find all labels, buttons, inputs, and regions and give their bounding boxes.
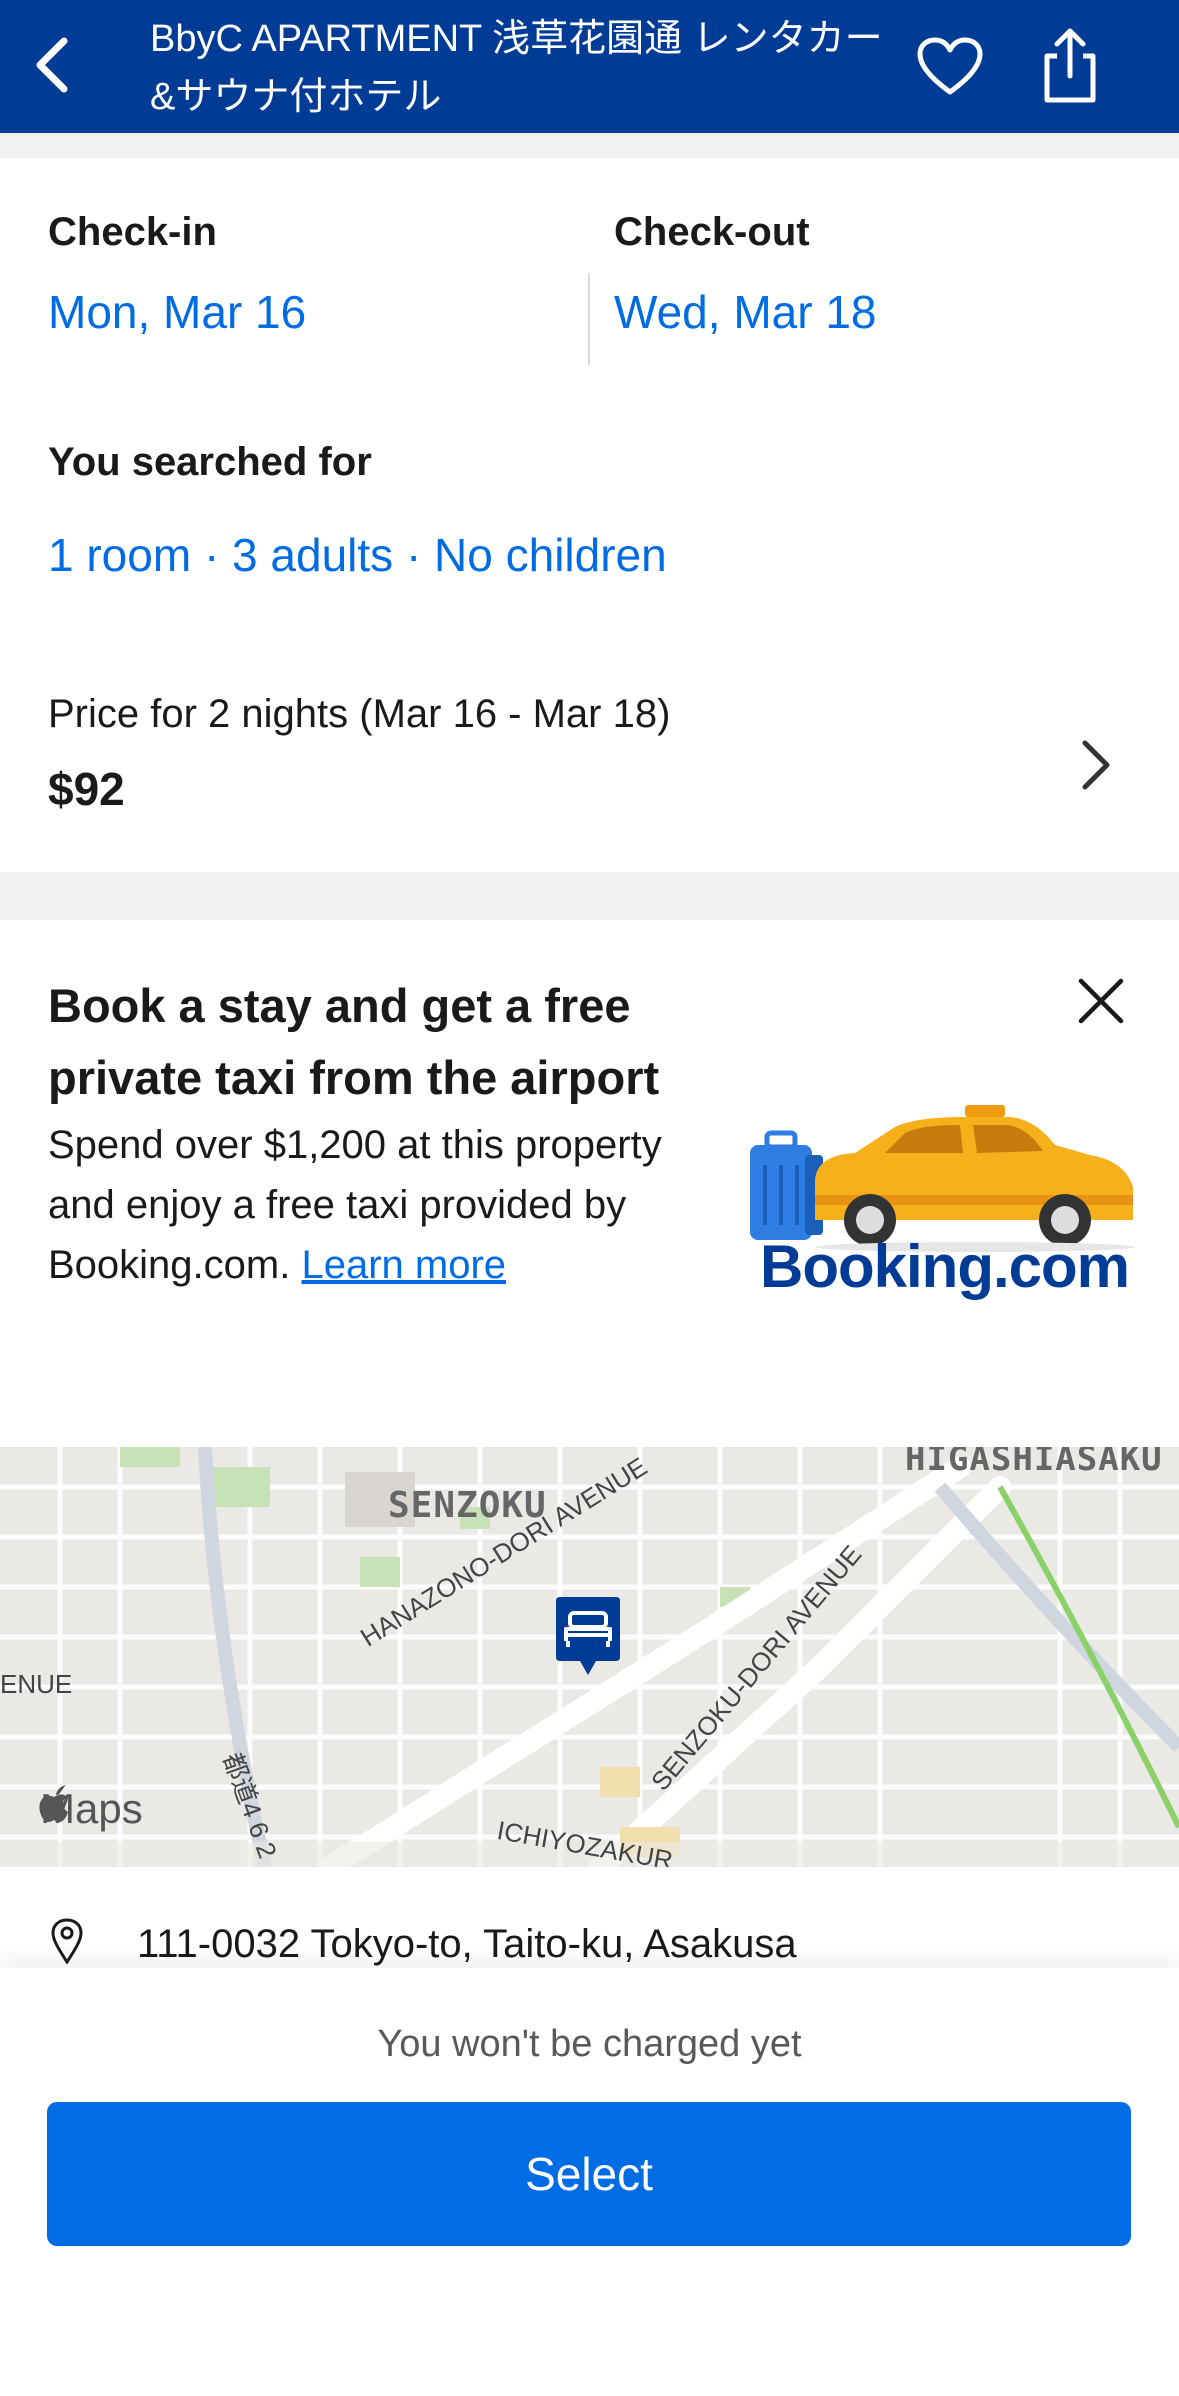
date-divider [588, 273, 590, 365]
promo-description: Spend over $1,200 at this property and e… [48, 1115, 708, 1295]
search-label: You searched for [48, 440, 372, 484]
booking-logo: Booking.com [760, 1233, 1130, 1300]
checkout-block[interactable]: Check-out Wed, Mar 18 [614, 210, 876, 339]
favorite-button[interactable] [915, 36, 985, 98]
address-row[interactable]: 111-0032 Tokyo-to, Taito-ku, Asakusa [0, 1868, 1179, 1968]
back-button[interactable] [22, 30, 82, 100]
search-value[interactable]: 1 room · 3 adults · No children [48, 528, 667, 582]
price-label: Price for 2 nights (Mar 16 - Mar 18) [48, 692, 671, 736]
map-preview[interactable]: SENZOKU HIGASHIASAKU ENUE HANAZONO-DORI … [0, 1447, 1179, 1867]
share-button[interactable] [1035, 26, 1105, 106]
property-marker[interactable] [554, 1595, 622, 1677]
checkout-label: Check-out [614, 210, 810, 254]
chevron-left-icon [36, 37, 68, 93]
close-icon[interactable] [1075, 975, 1127, 1027]
checkin-value: Mon, Mar 16 [48, 286, 307, 338]
heart-icon [917, 37, 983, 95]
section-gap [0, 133, 1179, 158]
checkin-block[interactable]: Check-in Mon, Mar 16 [48, 210, 306, 339]
price-amount: $92 [48, 763, 125, 815]
bed-icon [556, 1597, 620, 1675]
map-label-enue: ENUE [0, 1669, 73, 1699]
address-text: 111-0032 Tokyo-to, Taito-ku, Asakusa [137, 1922, 797, 1966]
learn-more-link[interactable]: Learn more [301, 1243, 506, 1287]
date-summary: Check-in Mon, Mar 16 Check-out Wed, Mar … [0, 158, 1179, 365]
map-label-senzoku: SENZOKU [388, 1485, 547, 1526]
price-row[interactable]: Price for 2 nights (Mar 16 - Mar 18) $92 [0, 680, 1179, 870]
apple-logo-icon [39, 1785, 68, 1822]
share-icon [1044, 28, 1096, 103]
map-label-higashi: HIGASHIASAKU [905, 1447, 1163, 1479]
checkout-value: Wed, Mar 18 [614, 286, 877, 338]
section-gap [0, 872, 1179, 920]
checkin-label: Check-in [48, 210, 217, 254]
chevron-right-icon [1082, 740, 1110, 790]
charge-note: You won't be charged yet [377, 2023, 802, 2065]
taxi-icon [750, 1105, 1135, 1252]
booking-footer: You won't be charged yet Select [0, 1968, 1179, 2396]
location-pin-icon [51, 1918, 83, 1964]
select-button[interactable]: Select [47, 2102, 1131, 2246]
top-app-bar: BbyC APARTMENT 浅草花園通 レンタカー&サウナ付ホテル [0, 0, 1179, 133]
taxi-promo-card: Book a stay and get a free private taxi … [0, 920, 1179, 1440]
apple-maps-watermark: Maps [38, 1785, 143, 1833]
promo-headline: Book a stay and get a free private taxi … [48, 979, 660, 1104]
property-title: BbyC APARTMENT 浅草花園通 レンタカー&サウナ付ホテル [150, 18, 883, 118]
